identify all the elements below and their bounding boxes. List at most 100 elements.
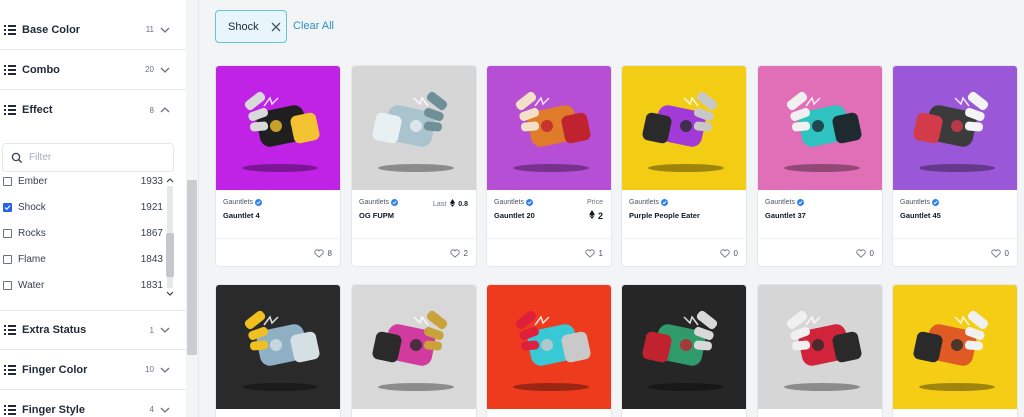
nft-card[interactable]: Gauntlets Gauntlet 45 0 — [892, 65, 1018, 267]
chevron-up-icon[interactable] — [158, 103, 172, 117]
chevron-down-icon[interactable] — [158, 403, 172, 417]
nft-image[interactable] — [622, 285, 746, 409]
filter-combo[interactable]: Combo 20 — [0, 50, 186, 90]
favorite-button[interactable]: 0 — [990, 249, 1009, 258]
nft-card[interactable] — [215, 284, 341, 417]
favorite-button[interactable]: 0 — [855, 249, 874, 258]
favorite-button[interactable]: 8 — [313, 249, 332, 258]
nft-title[interactable]: OG FUPM — [359, 210, 439, 221]
nft-image[interactable] — [487, 66, 611, 190]
favorite-button[interactable]: 1 — [584, 249, 603, 258]
checkbox-checked[interactable] — [3, 202, 12, 212]
like-count: 2 — [463, 249, 468, 258]
checkbox[interactable] — [3, 254, 12, 264]
option-label: Shock — [18, 201, 46, 213]
nft-image[interactable] — [487, 285, 611, 409]
chevron-down-icon[interactable] — [158, 323, 172, 337]
nft-title[interactable]: Purple People Eater — [629, 210, 709, 221]
price-label-text: Price — [587, 199, 603, 206]
effect-option-shock[interactable]: Shock 1921 — [3, 197, 163, 217]
effect-option-ember[interactable]: Ember 1933 — [3, 171, 163, 191]
chevron-down-icon[interactable] — [158, 23, 172, 37]
filter-count: 1 — [149, 325, 154, 335]
nft-card[interactable] — [892, 284, 1018, 417]
effect-option-water[interactable]: Water 1831 — [3, 275, 163, 295]
nft-title[interactable]: Gauntlet 37 — [765, 210, 845, 221]
collection-label: Gauntlets — [765, 199, 795, 206]
effect-option-rocks[interactable]: Rocks 1867 — [3, 223, 163, 243]
nft-image[interactable] — [216, 285, 340, 409]
filter-effect[interactable]: Effect 8 — [0, 90, 186, 130]
chip-label: Shock — [228, 20, 259, 33]
checkbox[interactable] — [3, 228, 12, 238]
chevron-down-icon[interactable] — [158, 63, 172, 77]
price-value: 2 — [589, 210, 603, 221]
scroll-up-icon[interactable] — [165, 176, 175, 184]
scroll-down-icon[interactable] — [165, 290, 175, 298]
nft-title[interactable]: Gauntlet 20 — [494, 210, 574, 221]
filter-label: Extra Status — [22, 324, 87, 336]
nft-image[interactable] — [893, 285, 1017, 409]
collection-name[interactable]: Gauntlets — [900, 199, 939, 206]
scroll-thumb[interactable] — [166, 233, 174, 277]
sidebar-scrollbar[interactable] — [186, 0, 198, 417]
collection-label: Gauntlets — [223, 199, 253, 206]
scroll-thumb[interactable] — [187, 180, 197, 355]
results-panel: Shock Clear All Gauntlets Gauntlet 4 8 Gaun… — [199, 0, 1024, 417]
filter-count: 20 — [145, 65, 154, 74]
heart-icon — [855, 249, 866, 258]
close-icon[interactable] — [271, 22, 281, 32]
search-icon — [11, 152, 23, 163]
favorite-button[interactable]: 2 — [449, 249, 468, 258]
nft-card[interactable]: Gauntlets OG FUPM Last 0.8 2 — [351, 65, 477, 267]
eth-icon — [589, 210, 595, 221]
filter-finger-style[interactable]: Finger Style 4 — [0, 390, 186, 417]
active-filter-chip[interactable]: Shock — [215, 10, 287, 43]
nft-image[interactable] — [216, 66, 340, 190]
chevron-down-icon[interactable] — [158, 363, 172, 377]
filter-sidebar: Base Color 11 Combo 20 Effect 8 Ember 19… — [0, 0, 186, 417]
nft-card[interactable] — [351, 284, 477, 417]
collection-name[interactable]: Gauntlets — [223, 199, 262, 206]
option-count: 1921 — [140, 201, 163, 213]
effect-option-flame[interactable]: Flame 1843 — [3, 249, 163, 269]
nft-card[interactable] — [757, 284, 883, 417]
list-icon — [4, 105, 16, 115]
filter-base-color[interactable]: Base Color 11 — [0, 10, 186, 50]
heart-icon — [719, 249, 730, 258]
filter-finger-color[interactable]: Finger Color 10 — [0, 350, 186, 390]
nft-image[interactable] — [352, 285, 476, 409]
nft-image[interactable] — [758, 285, 882, 409]
effect-options-list: Ember 1933 Shock 1921 Rocks 1867 Flame 1… — [0, 170, 176, 300]
nft-image[interactable] — [352, 66, 476, 190]
nft-card[interactable]: Gauntlets Gauntlet 4 8 — [215, 65, 341, 267]
option-count: 1933 — [140, 175, 163, 187]
filter-extra-status[interactable]: Extra Status 1 — [0, 310, 186, 350]
nft-image[interactable] — [622, 66, 746, 190]
clear-all-link[interactable]: Clear All — [293, 20, 334, 32]
nft-card[interactable] — [486, 284, 612, 417]
list-icon — [4, 404, 16, 415]
effect-search-input[interactable] — [29, 152, 159, 163]
favorite-button[interactable]: 0 — [719, 249, 738, 258]
nft-title[interactable]: Gauntlet 45 — [900, 210, 980, 221]
collection-name[interactable]: Gauntlets — [494, 199, 533, 206]
nft-title[interactable]: Gauntlet 4 — [223, 210, 303, 221]
checkbox[interactable] — [3, 280, 12, 290]
collection-name[interactable]: Gauntlets — [629, 199, 668, 206]
effect-list-scrollbar[interactable] — [165, 176, 175, 298]
verified-badge-icon — [390, 199, 398, 206]
filter-label: Finger Style — [22, 403, 85, 416]
effect-filter-search[interactable] — [2, 143, 174, 172]
nft-image[interactable] — [758, 66, 882, 190]
checkbox[interactable] — [3, 176, 12, 186]
collection-name[interactable]: Gauntlets — [359, 199, 398, 206]
nft-image[interactable] — [893, 66, 1017, 190]
filter-count: 4 — [149, 405, 154, 414]
collection-name[interactable]: Gauntlets — [765, 199, 804, 206]
price-amount: 2 — [597, 210, 603, 221]
nft-card[interactable]: Gauntlets Gauntlet 37 0 — [757, 65, 883, 267]
nft-card[interactable]: Gauntlets Gauntlet 20 Price 2 1 — [486, 65, 612, 267]
nft-card[interactable] — [621, 284, 747, 417]
nft-card[interactable]: Gauntlets Purple People Eater 0 — [621, 65, 747, 267]
